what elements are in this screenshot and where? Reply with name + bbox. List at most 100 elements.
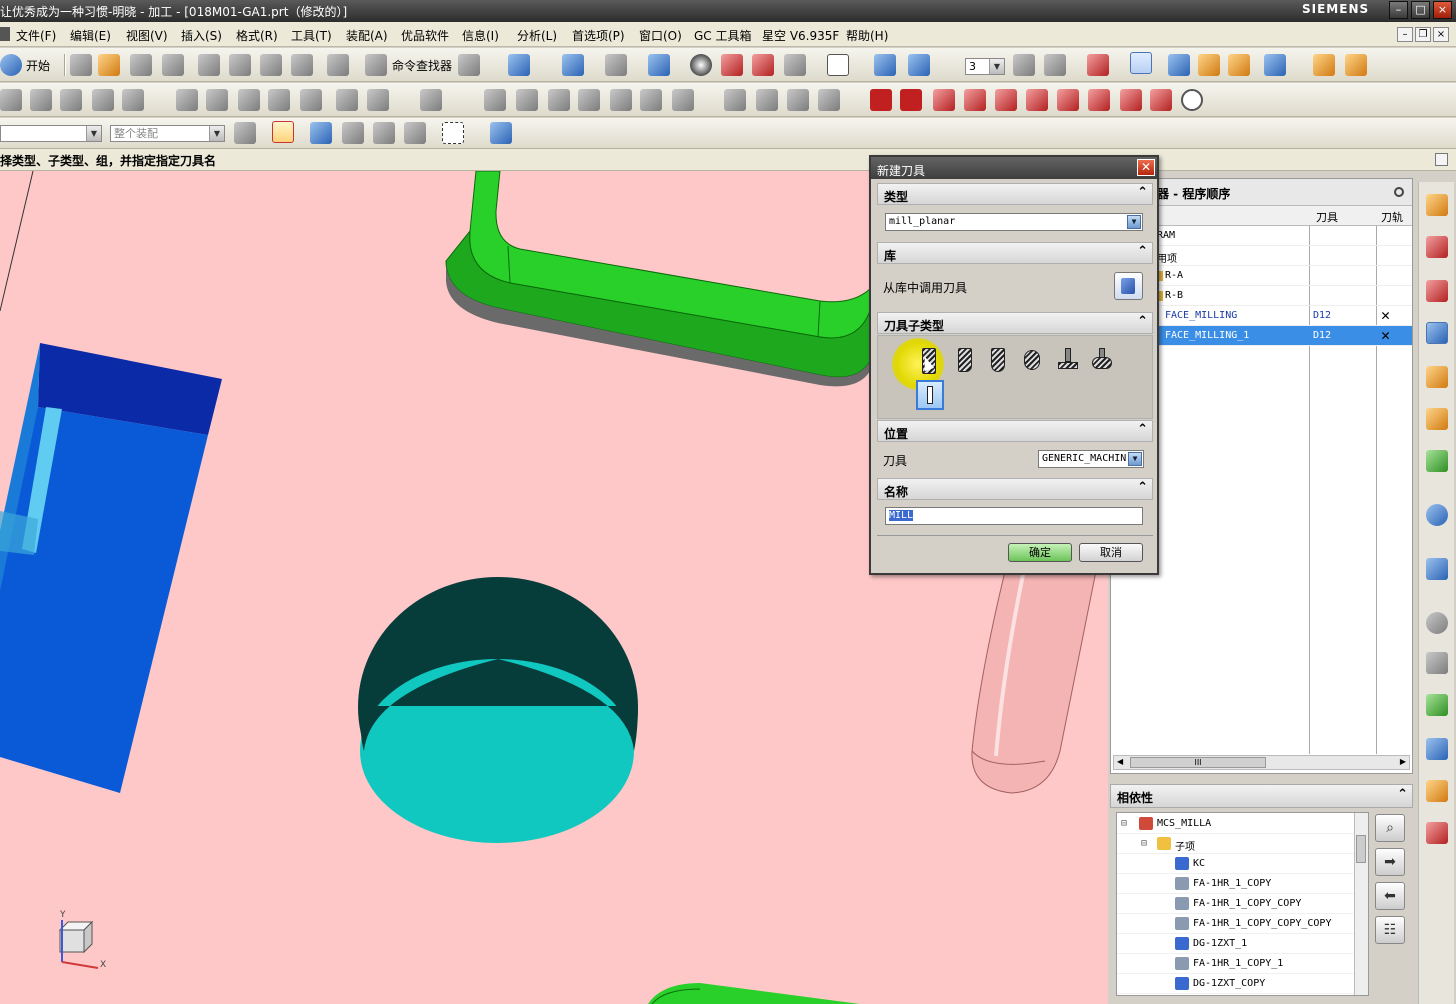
menu-gc-toolbox[interactable]: GC 工具箱 <box>694 27 752 44</box>
clipping-icon[interactable] <box>752 54 774 76</box>
collapse-icon[interactable]: ⌃ <box>1137 185 1148 200</box>
undo-icon[interactable] <box>327 54 349 76</box>
menu-xingkong[interactable]: 星空 V6.935F <box>762 27 839 44</box>
make-coaxial-icon[interactable] <box>724 89 746 111</box>
undo-selection-icon[interactable] <box>310 122 332 144</box>
command-finder-icon[interactable] <box>365 54 387 76</box>
assembly-navigator-icon[interactable] <box>1426 194 1448 216</box>
collapse-icon[interactable]: ⌃ <box>1397 787 1408 802</box>
snap-end-icon[interactable] <box>373 122 395 144</box>
machine-tool-icon[interactable] <box>1426 366 1448 388</box>
menu-preferences[interactable]: 首选项(P) <box>572 27 625 44</box>
block-icon[interactable] <box>60 89 82 111</box>
tree-item[interactable]: DG-1ZXT_1 <box>1117 934 1357 954</box>
wcs-origin-icon[interactable] <box>1087 54 1109 76</box>
chamfer-mill-icon[interactable] <box>958 348 972 372</box>
save-icon[interactable] <box>130 54 152 76</box>
make-tangent-icon[interactable] <box>756 89 778 111</box>
snap-point-icon[interactable] <box>272 121 294 143</box>
trim-body-icon[interactable] <box>336 89 358 111</box>
edit-face-icon[interactable] <box>964 89 986 111</box>
collapse-icon[interactable]: ⌃ <box>1137 422 1148 437</box>
constraint-navigator-icon[interactable] <box>1426 236 1448 258</box>
scroll-thumb[interactable]: III <box>1130 757 1266 768</box>
selection-scope-select[interactable]: 整个装配 ▼ <box>110 125 225 142</box>
collapse-icon[interactable]: ⌃ <box>1137 244 1148 259</box>
reuse-icon[interactable] <box>1026 89 1048 111</box>
tree-item[interactable]: ⊟ 子项 <box>1117 834 1357 854</box>
move-to-layer-icon[interactable] <box>1044 54 1066 76</box>
ball-mill-icon[interactable] <box>991 348 1005 372</box>
print-icon[interactable] <box>162 54 184 76</box>
dependencies-section[interactable]: 相依性 ⌃ <box>1110 784 1413 808</box>
tree-item[interactable]: FA-1HR_1_COPY_COPY_COPY <box>1117 914 1357 934</box>
split-body-icon[interactable] <box>367 89 389 111</box>
tool-parent-select[interactable]: GENERIC_MACHIN ▼ <box>1038 450 1144 468</box>
menu-view[interactable]: 视图(V) <box>126 27 168 44</box>
search-icon[interactable]: ⌕ <box>1375 814 1405 842</box>
history-icon[interactable] <box>1426 450 1448 472</box>
pattern-icon[interactable] <box>420 89 442 111</box>
clock-icon[interactable] <box>1426 612 1448 634</box>
manufacturing-wizard-icon[interactable] <box>1426 738 1448 760</box>
patch-icon[interactable] <box>995 89 1017 111</box>
draft-icon[interactable] <box>268 89 290 111</box>
fit-view-icon[interactable] <box>562 54 584 76</box>
mdi-close-button[interactable]: × <box>1433 27 1449 42</box>
orient-view-icon[interactable] <box>605 54 627 76</box>
scroll-thumb[interactable] <box>1356 835 1366 863</box>
palette-icon[interactable] <box>1426 694 1448 716</box>
post-process-icon[interactable] <box>1264 54 1286 76</box>
shell-icon[interactable] <box>238 89 260 111</box>
minimize-button[interactable]: – <box>1389 1 1408 19</box>
pocket-icon[interactable] <box>122 89 144 111</box>
information-icon[interactable] <box>508 54 530 76</box>
tree-toggle-icon[interactable]: ⊟ <box>1141 838 1147 849</box>
reuse-library-icon[interactable] <box>1426 408 1448 430</box>
cue-toggle-icon[interactable] <box>1435 153 1448 166</box>
menu-youpin-software[interactable]: 优品软件 <box>401 27 449 44</box>
relabel-icon[interactable] <box>1150 89 1172 111</box>
linked-face-icon[interactable] <box>1057 89 1079 111</box>
retrieve-from-library-button[interactable] <box>1114 272 1143 300</box>
menu-window[interactable]: 窗口(O) <box>639 27 682 44</box>
library-section-header[interactable]: 库 ⌃ <box>877 242 1153 264</box>
operation-navigator-icon[interactable] <box>1426 322 1448 344</box>
menu-information[interactable]: 信息(I) <box>462 27 499 44</box>
arrow-left-icon[interactable]: ⬅ <box>1375 882 1405 910</box>
menu-file[interactable]: 文件(F) <box>16 27 56 44</box>
open-file-icon[interactable] <box>98 54 120 76</box>
paste-icon[interactable] <box>260 54 282 76</box>
t-cutter-icon[interactable] <box>1058 348 1078 370</box>
layer-select[interactable]: 3 ▼ <box>965 58 1005 75</box>
process-studio-icon[interactable] <box>1426 652 1448 674</box>
move-component-icon[interactable] <box>874 54 896 76</box>
roles-icon[interactable] <box>1426 780 1448 802</box>
new-file-icon[interactable] <box>70 54 92 76</box>
menu-edit[interactable]: 编辑(E) <box>70 27 111 44</box>
tree-item[interactable]: ⊟ MCS_MILLA <box>1117 814 1357 834</box>
scroll-left-icon[interactable]: ◀ <box>1117 757 1123 766</box>
ruler-icon[interactable] <box>1313 54 1335 76</box>
measure-distance-icon[interactable] <box>1168 54 1190 76</box>
filter-settings-icon[interactable] <box>234 122 256 144</box>
copy-icon[interactable] <box>229 54 251 76</box>
chamfer-icon[interactable] <box>206 89 228 111</box>
tree-item[interactable]: FA-1HR_1_COPY_1 <box>1117 954 1357 974</box>
app-menu-icon[interactable] <box>0 27 10 41</box>
part-navigator-icon[interactable] <box>1426 280 1448 302</box>
offset-face-icon[interactable] <box>300 89 322 111</box>
mdi-restore-button[interactable]: ❐ <box>1415 27 1431 42</box>
cut-icon[interactable] <box>198 54 220 76</box>
start-button[interactable]: 开始 <box>26 57 50 74</box>
menu-insert[interactable]: 插入(S) <box>181 27 222 44</box>
mdi-minimize-button[interactable]: – <box>1397 27 1413 42</box>
delete-face-icon[interactable] <box>610 89 632 111</box>
column-toolpath[interactable]: 刀轨 <box>1381 209 1403 225</box>
make-parallel-icon[interactable] <box>818 89 840 111</box>
type-select[interactable]: mill_planar ▼ <box>885 213 1143 231</box>
barrel-cutter-icon[interactable] <box>1092 348 1112 370</box>
drafting-icon[interactable] <box>1345 54 1367 76</box>
type-section-header[interactable]: 类型 ⌃ <box>877 183 1153 205</box>
render-style-icon[interactable] <box>690 54 712 76</box>
